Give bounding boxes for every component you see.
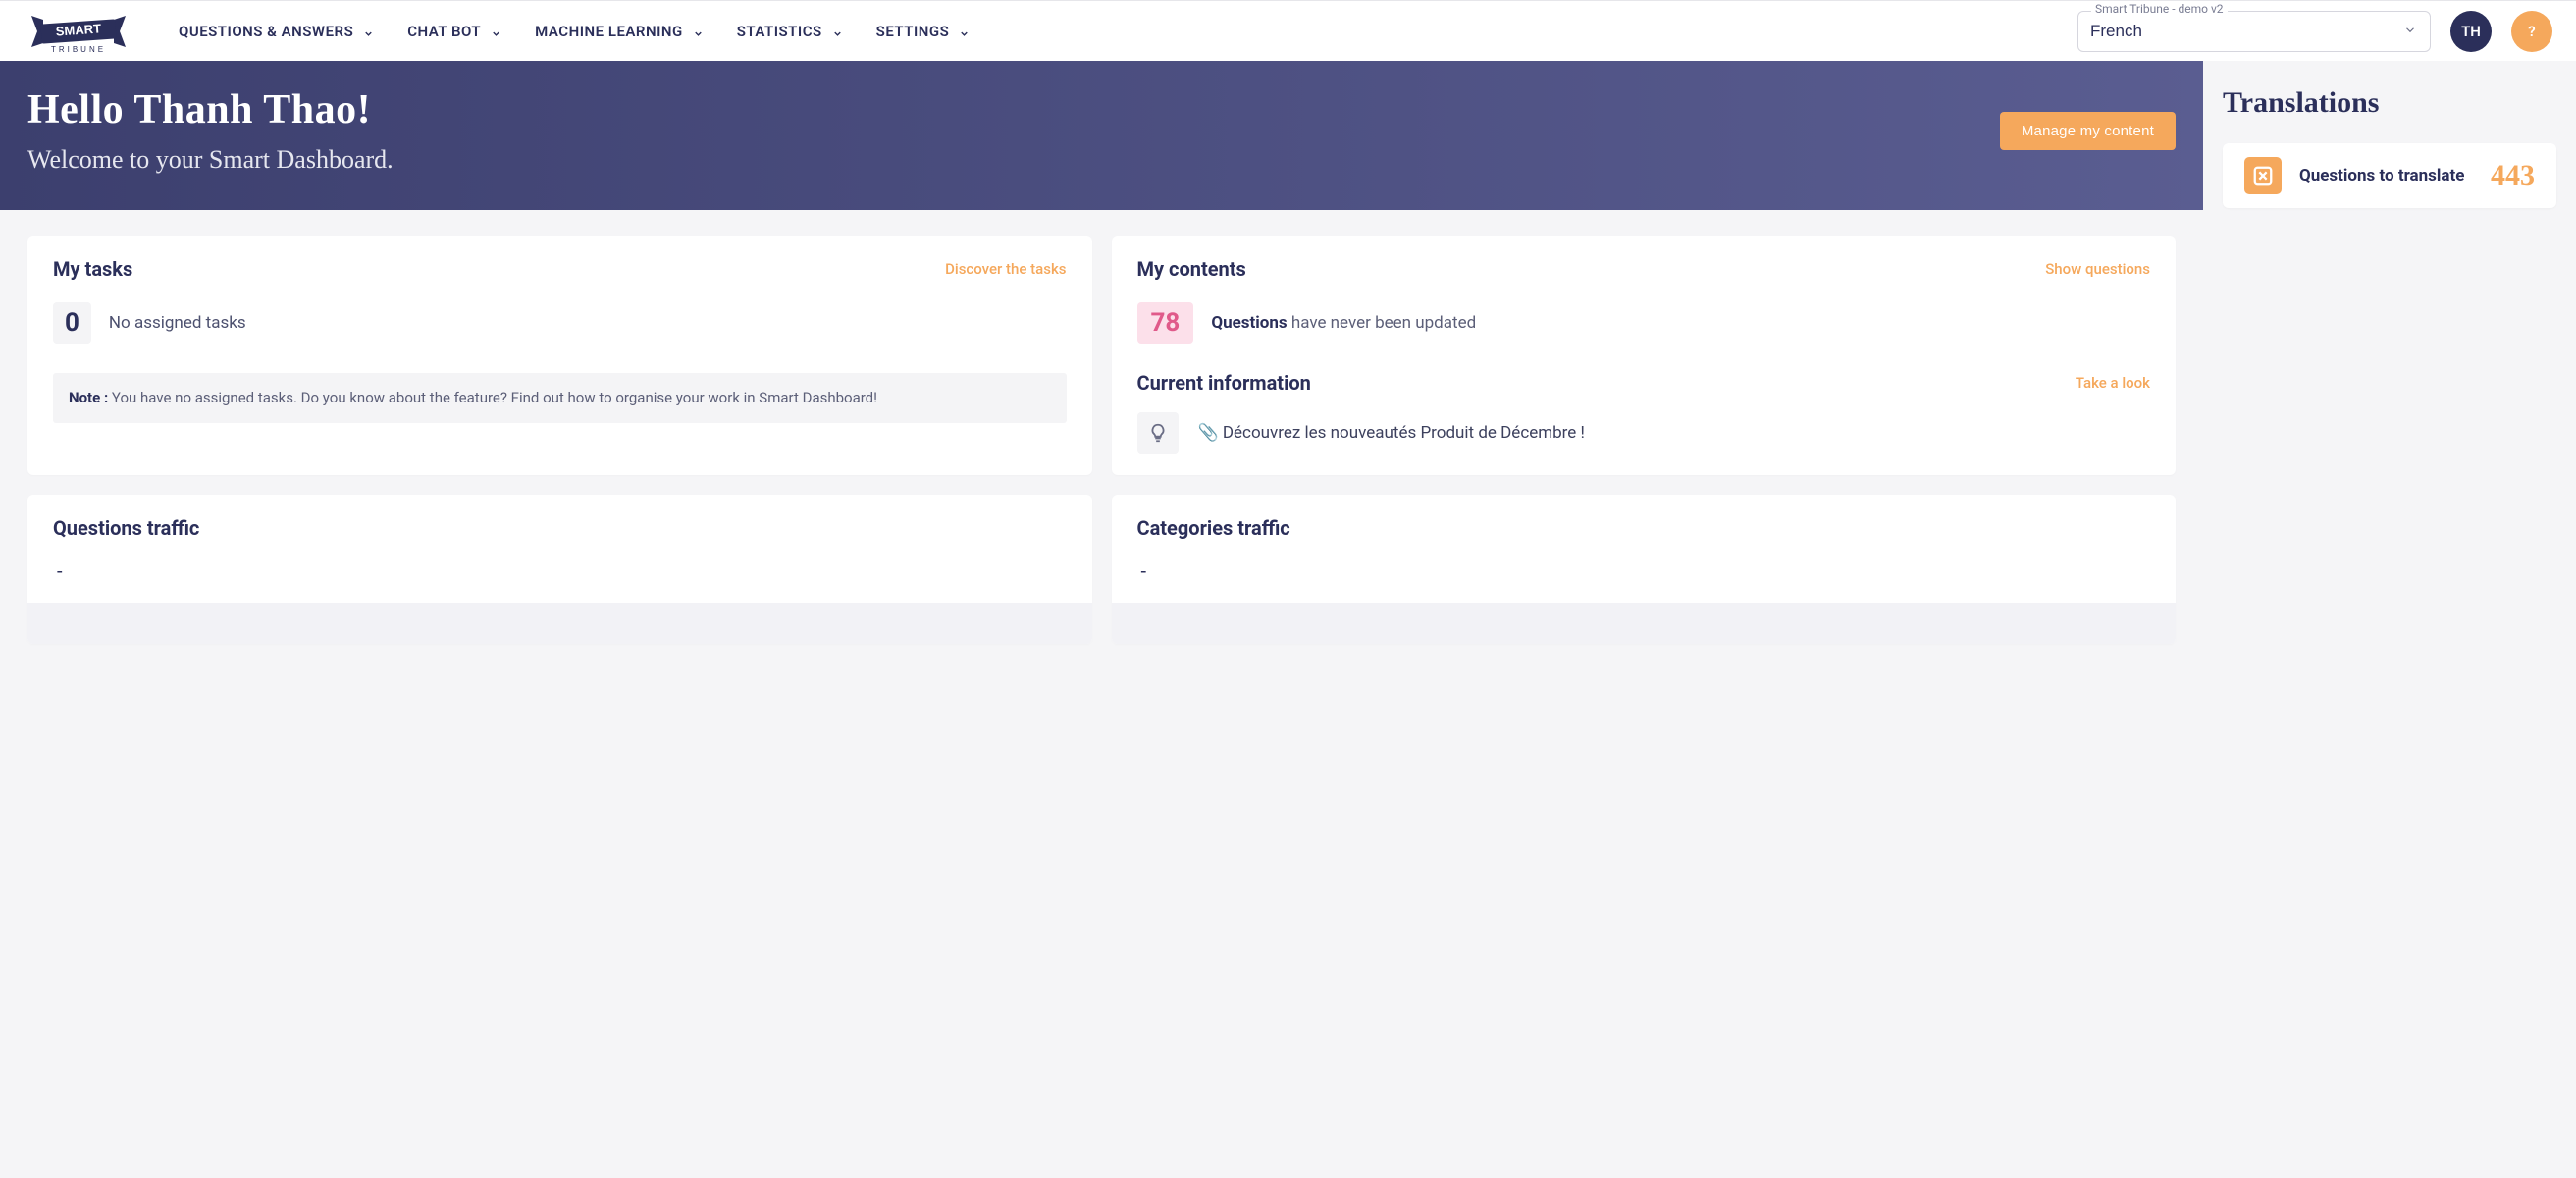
tasks-card: My tasks Discover the tasks 0 No assigne… — [27, 236, 1092, 475]
logo-bottom-text: TRIBUNE — [51, 45, 106, 54]
menu-label: MACHINE LEARNING — [535, 23, 683, 40]
questions-traffic-footer — [27, 603, 1092, 644]
dashboard-grid: My tasks Discover the tasks 0 No assigne… — [0, 210, 2203, 669]
questions-traffic-title: Questions traffic — [53, 516, 1067, 540]
current-info-block: Current information Take a look 📎 Découv… — [1137, 371, 2151, 454]
tasks-note-body: You have no assigned tasks. Do you know … — [112, 389, 877, 406]
nav-right: Smart Tribune - demo v2 TH ? — [2077, 11, 2552, 52]
translations-count: 443 — [2491, 159, 2535, 192]
user-initials: TH — [2461, 23, 2481, 40]
show-questions-link[interactable]: Show questions — [2045, 260, 2150, 278]
contents-title: My contents — [1137, 257, 1246, 281]
current-info-title: Current information — [1137, 371, 1311, 395]
translations-card[interactable]: Questions to translate 443 — [2223, 143, 2556, 208]
help-button[interactable]: ? — [2511, 11, 2552, 52]
menu-chat-bot[interactable]: CHAT BOT — [407, 23, 501, 40]
categories-traffic-value: - — [1137, 560, 2151, 603]
hero-text: Hello Thanh Thao! Welcome to your Smart … — [27, 86, 394, 175]
chevron-down-icon — [363, 26, 374, 36]
hero-subtitle: Welcome to your Smart Dashboard. — [27, 145, 394, 175]
chevron-down-icon — [491, 26, 501, 36]
translations-label: Questions to translate — [2299, 166, 2473, 186]
contents-card: My contents Show questions 78 Questions … — [1112, 236, 2177, 475]
questions-traffic-value: - — [53, 560, 1067, 603]
current-info-text: 📎 Découvrez les nouveautés Produit de Dé… — [1198, 423, 1585, 443]
help-icon-label: ? — [2528, 23, 2535, 40]
discover-tasks-link[interactable]: Discover the tasks — [945, 260, 1066, 278]
language-select[interactable] — [2077, 11, 2431, 52]
manage-content-button[interactable]: Manage my content — [2000, 112, 2176, 150]
questions-traffic-card: Questions traffic - — [27, 495, 1092, 644]
top-nav: SMART TRIBUNE QUESTIONS & ANSWERS CHAT B… — [0, 0, 2576, 61]
tasks-note-prefix: Note : — [69, 389, 108, 406]
menu-questions-answers[interactable]: QUESTIONS & ANSWERS — [179, 23, 374, 40]
hero-banner: Hello Thanh Thao! Welcome to your Smart … — [0, 61, 2203, 210]
menu-statistics[interactable]: STATISTICS — [737, 23, 843, 40]
contents-count-text: Questions have never been updated — [1211, 313, 1476, 333]
menu-machine-learning[interactable]: MACHINE LEARNING — [535, 23, 704, 40]
menu-label: CHAT BOT — [407, 23, 481, 40]
brand-logo[interactable]: SMART TRIBUNE — [24, 8, 133, 55]
menu-label: SETTINGS — [876, 23, 950, 40]
language-select-label: Smart Tribune - demo v2 — [2091, 2, 2228, 16]
menu-label: STATISTICS — [737, 23, 822, 40]
main-menu: QUESTIONS & ANSWERS CHAT BOT MACHINE LEA… — [179, 1, 970, 61]
chevron-down-icon — [832, 26, 843, 36]
categories-traffic-title: Categories traffic — [1137, 516, 2151, 540]
lightbulb-icon — [1137, 412, 1179, 454]
translations-title: Translations — [2223, 86, 2556, 120]
tasks-title: My tasks — [53, 257, 132, 281]
language-select-wrap: Smart Tribune - demo v2 — [2077, 11, 2431, 52]
tasks-count: 0 — [53, 302, 91, 344]
translations-panel: Translations Questions to translate 443 — [2203, 61, 2576, 669]
menu-label: QUESTIONS & ANSWERS — [179, 23, 353, 40]
user-avatar[interactable]: TH — [2450, 11, 2492, 52]
tasks-note: Note : You have no assigned tasks. Do yo… — [53, 373, 1067, 423]
contents-q-rest: have never been updated — [1291, 313, 1476, 333]
categories-traffic-footer — [1112, 603, 2177, 644]
tasks-count-label: No assigned tasks — [109, 313, 246, 333]
chevron-down-icon — [959, 26, 970, 36]
take-a-look-link[interactable]: Take a look — [2076, 374, 2150, 392]
categories-traffic-card: Categories traffic - — [1112, 495, 2177, 644]
translate-close-icon — [2244, 157, 2282, 194]
left-column: Hello Thanh Thao! Welcome to your Smart … — [0, 61, 2203, 669]
contents-count: 78 — [1137, 302, 1194, 344]
hero-greeting: Hello Thanh Thao! — [27, 86, 394, 134]
body-row: Hello Thanh Thao! Welcome to your Smart … — [0, 61, 2576, 669]
chevron-down-icon — [693, 26, 704, 36]
contents-q-bold: Questions — [1211, 313, 1287, 333]
menu-settings[interactable]: SETTINGS — [876, 23, 971, 40]
